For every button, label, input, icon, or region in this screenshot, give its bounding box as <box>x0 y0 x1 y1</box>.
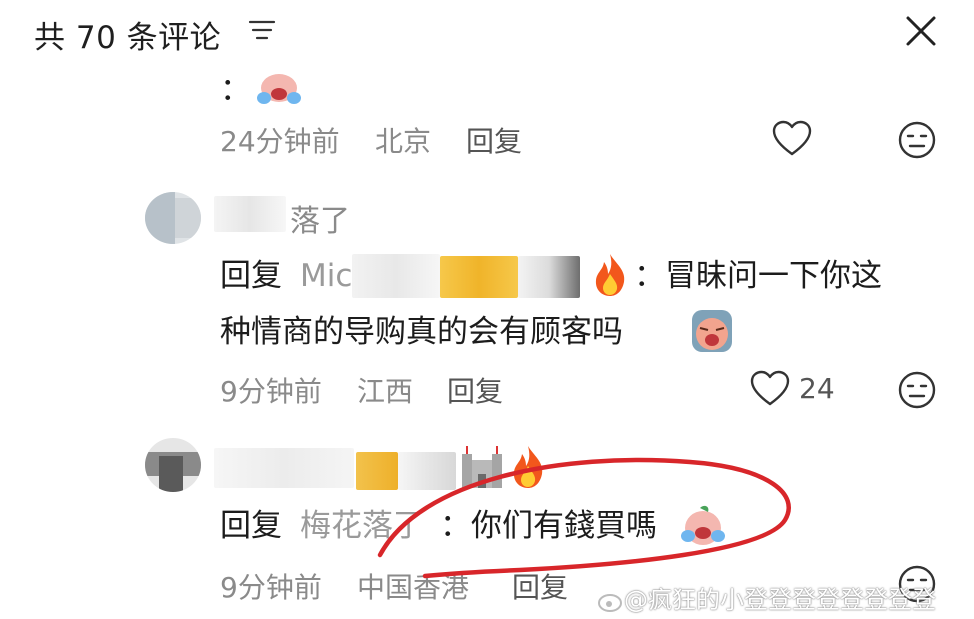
red-annotation-ellipse <box>377 457 791 579</box>
watermark-label: @疯狂的小登登登登登登登登 <box>624 586 936 614</box>
weibo-logo-icon <box>598 590 624 612</box>
watermark-text: @疯狂的小登登登登登登登登 <box>598 580 936 615</box>
